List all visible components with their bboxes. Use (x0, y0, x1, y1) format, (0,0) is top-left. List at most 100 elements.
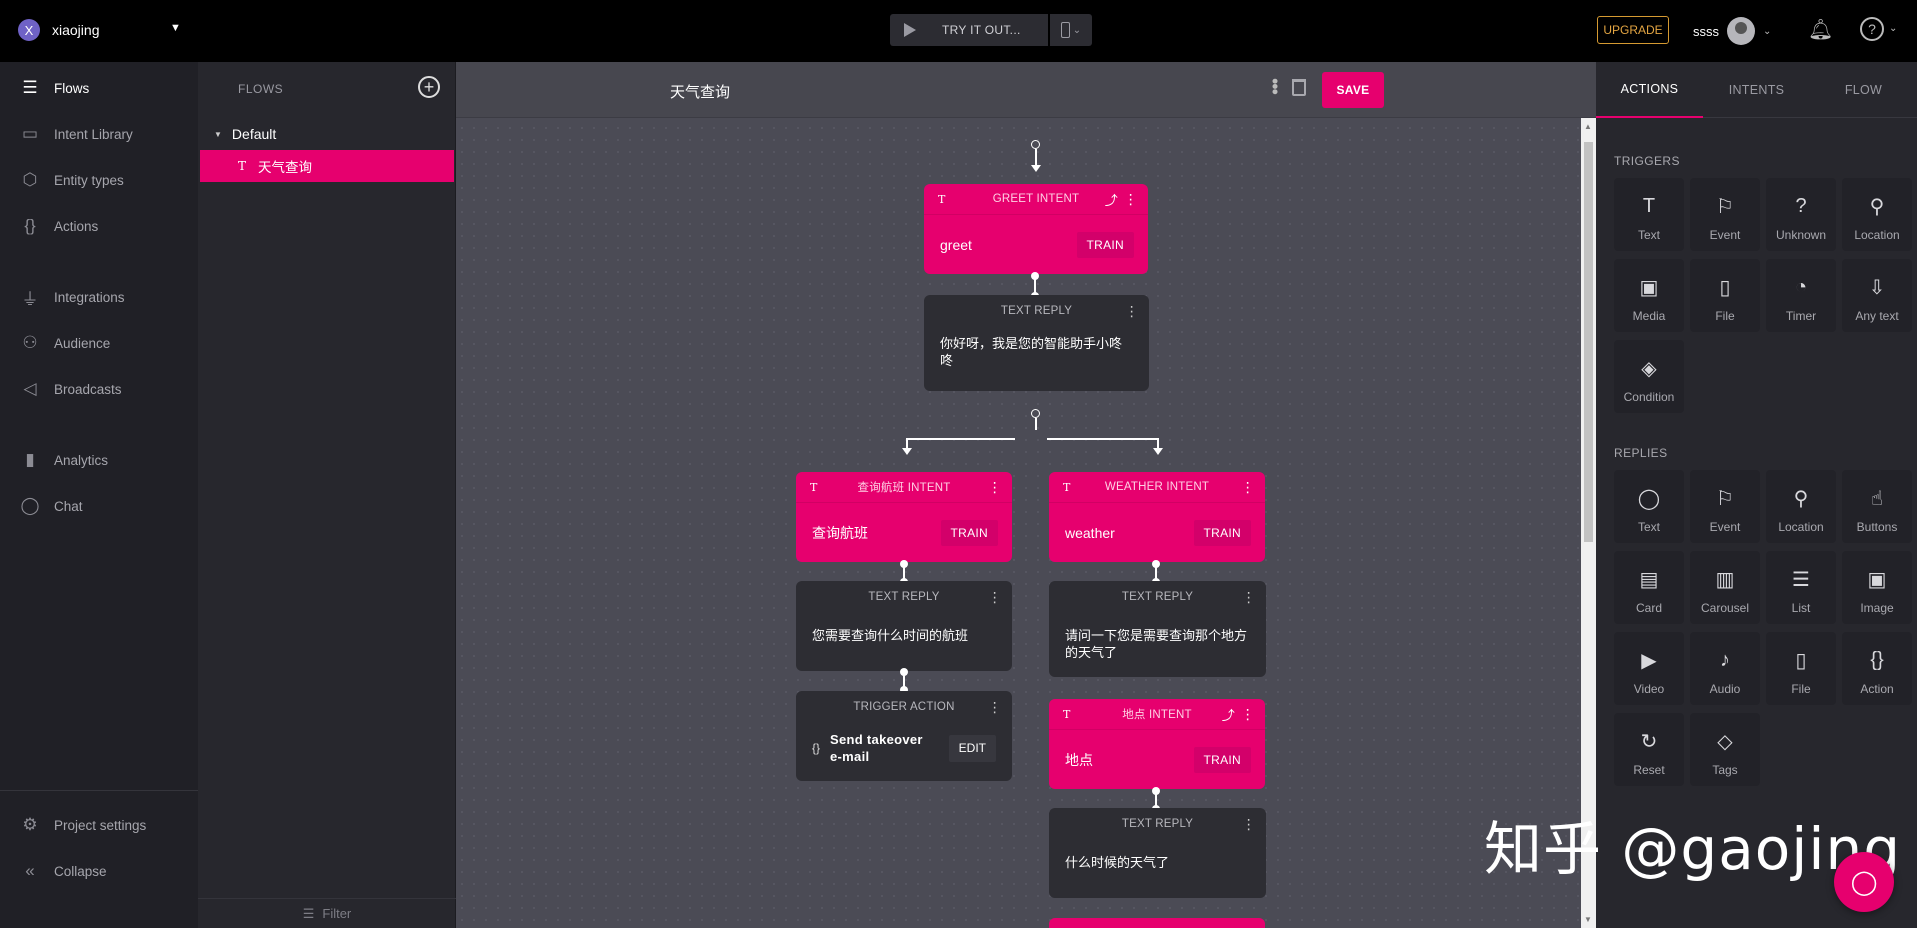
flow-title[interactable]: 天气查询 (670, 81, 730, 102)
flow-group-default[interactable]: ▼ Default (214, 126, 276, 142)
project-switcher[interactable]: X xiaojing (18, 19, 99, 41)
nav-item-project-settings[interactable]: ⚙ Project settings (20, 815, 146, 835)
more-options-icon[interactable]: ⋮ (988, 480, 1002, 494)
tab-intents[interactable]: INTENTS (1703, 62, 1810, 118)
chat-widget-button[interactable]: ◯ (1834, 852, 1894, 912)
node-header: TEXT REPLY ⋮ (1049, 808, 1266, 840)
replie-tile-carousel[interactable]: ▥ Carousel (1690, 551, 1760, 624)
device-select-button[interactable]: ⌄ (1050, 14, 1092, 46)
text-reply-node[interactable]: TEXT REPLY ⋮ 什么时候的天气了 (1049, 808, 1266, 898)
more-options-icon[interactable]: ⋮ (1241, 480, 1255, 494)
flight-intent-node[interactable]: T 查询航班 INTENT ⋮ 查询航班 TRAIN (796, 472, 1012, 562)
replie-tile-text[interactable]: ◯ Text (1614, 470, 1684, 543)
scroll-up-icon[interactable]: ▲ (1584, 122, 1592, 131)
replie-tile-event[interactable]: ⚐ Event (1690, 470, 1760, 543)
connector-handle[interactable] (1031, 409, 1040, 418)
filter-label: Filter (322, 906, 352, 921)
text-reply-node[interactable]: TEXT REPLY ⋮ 你好呀，我是您的智能助手小咚咚 (924, 295, 1149, 391)
nav-item-entity-types[interactable]: ⬡ Entity types (20, 170, 124, 190)
trigger-tile-unknown[interactable]: ? Unknown (1766, 178, 1836, 251)
nav-label: Collapse (54, 863, 107, 879)
chevron-down-icon[interactable]: ▼ (170, 22, 181, 34)
trigger-tile-timer[interactable]: ◔ Timer (1766, 259, 1836, 332)
nav-item-flows[interactable]: ☰ Flows (20, 78, 89, 98)
nav-item-collapse[interactable]: « Collapse (20, 861, 107, 881)
tab-actions[interactable]: ACTIONS (1596, 62, 1703, 118)
add-flow-button[interactable]: + (418, 76, 440, 98)
trigger-tile-file[interactable]: ▯ File (1690, 259, 1760, 332)
more-options-icon[interactable]: ⋮ (1125, 304, 1139, 318)
replie-tile-image[interactable]: ▣ Image (1842, 551, 1912, 624)
reset-icon: ↻ (1640, 730, 1658, 753)
tab-flow[interactable]: FLOW (1810, 62, 1917, 118)
more-options-icon[interactable]: ⋮ (1242, 817, 1256, 831)
weather-intent-node[interactable]: T WEATHER INTENT ⋮ weather TRAIN (1049, 472, 1265, 562)
greet-intent-node[interactable]: T GREET INTENT ⤴ ⋮ greet TRAIN (924, 184, 1148, 274)
reply-text: 您需要查询什么时间的航班 (812, 628, 969, 643)
tile-label: Any text (1855, 309, 1899, 323)
more-options-icon[interactable]: ••• (1264, 78, 1285, 94)
trigger-tile-event[interactable]: ⚐ Event (1690, 178, 1760, 251)
text-icon: ◯ (1637, 487, 1661, 510)
replie-tile-buttons[interactable]: ☝ Buttons (1842, 470, 1912, 543)
trash-icon[interactable] (1292, 79, 1306, 96)
connector-handle[interactable] (1031, 140, 1040, 149)
more-options-icon[interactable]: ⋮ (988, 700, 1002, 714)
trigger-tile-location[interactable]: ⚲ Location (1842, 178, 1912, 251)
replie-tile-file[interactable]: ▯ File (1766, 632, 1836, 705)
nav-item-audience[interactable]: ⚇ Audience (20, 333, 110, 353)
media-icon: ▣ (1639, 276, 1659, 299)
trigger-tile-any-text[interactable]: ⇩ Any text (1842, 259, 1912, 332)
trigger-tile-condition[interactable]: ◈ Condition (1614, 340, 1684, 413)
tile-label: Tags (1712, 763, 1738, 777)
replie-tile-audio[interactable]: ♪ Audio (1690, 632, 1760, 705)
nav-item-chat[interactable]: ◯ Chat (20, 496, 82, 516)
replie-tile-card[interactable]: ▤ Card (1614, 551, 1684, 624)
help-icon[interactable]: ? (1860, 17, 1884, 41)
place-intent-node[interactable]: T 地点 INTENT ⤴ ⋮ 地点 TRAIN (1049, 699, 1265, 789)
more-options-icon[interactable]: ⋮ (988, 590, 1002, 604)
nav-item-integrations[interactable]: ⏚ Integrations (20, 287, 125, 309)
tile-label: Event (1709, 520, 1741, 534)
more-options-icon[interactable]: ⋮ (1242, 590, 1256, 604)
nav-item-broadcasts[interactable]: ◁ Broadcasts (20, 379, 121, 399)
flow-item[interactable]: T 天气查询 (200, 150, 454, 182)
train-button[interactable]: TRAIN (1193, 519, 1251, 546)
scrollbar-thumb[interactable] (1584, 142, 1593, 542)
replie-tile-location[interactable]: ⚲ Location (1766, 470, 1836, 543)
trigger-tile-text[interactable]: T Text (1614, 178, 1684, 251)
replie-tile-video[interactable]: ▶ Video (1614, 632, 1684, 705)
next-node-partial[interactable] (1049, 918, 1265, 928)
trigger-action-node[interactable]: TRIGGER ACTION ⋮ {} Send takeover e-mail… (796, 691, 1012, 781)
save-button[interactable]: SAVE (1322, 72, 1384, 108)
action-text: Send takeover e-mail (830, 732, 923, 764)
try-it-out-button[interactable]: TRY IT OUT... (890, 14, 1048, 46)
nav-item-analytics[interactable]: ▮ Analytics (20, 450, 108, 470)
scroll-down-icon[interactable]: ▼ (1584, 915, 1592, 924)
nav-item-actions[interactable]: {} Actions (20, 216, 98, 236)
bell-icon[interactable]: 🔔︎ (1808, 17, 1833, 42)
nav-item-intent-library[interactable]: ▭ Intent Library (20, 124, 133, 144)
train-button[interactable]: TRAIN (1193, 746, 1251, 773)
chevron-down-icon[interactable]: ⌄ (1889, 23, 1897, 34)
train-button[interactable]: TRAIN (940, 519, 998, 546)
text-reply-node[interactable]: TEXT REPLY ⋮ 请问一下您是需要查询那个地方的天气了 (1049, 581, 1266, 677)
text-reply-node[interactable]: TEXT REPLY ⋮ 您需要查询什么时间的航班 (796, 581, 1012, 671)
replie-tile-list[interactable]: ☰ List (1766, 551, 1836, 624)
branch-icon[interactable]: ⤴ (1222, 705, 1235, 724)
upgrade-button[interactable]: UPGRADE (1597, 16, 1669, 44)
more-options-icon[interactable]: ⋮ (1241, 707, 1255, 721)
user-menu[interactable]: ssss ⌄ (1693, 17, 1771, 45)
train-button[interactable]: TRAIN (1076, 231, 1134, 258)
tile-label: Location (1778, 520, 1824, 534)
branch-icon[interactable]: ⤴ (1105, 190, 1118, 209)
replie-tile-reset[interactable]: ↻ Reset (1614, 713, 1684, 786)
replie-tile-tags[interactable]: ◇ Tags (1690, 713, 1760, 786)
edit-button[interactable]: EDIT (948, 734, 996, 762)
filter-bar[interactable]: ☰ Filter (198, 898, 456, 928)
cube-icon: ⬡ (22, 170, 38, 189)
flow-canvas[interactable]: 天气查询 ••• SAVE T GREET INTENT ⤴ ⋮ greet T… (456, 62, 1596, 928)
more-options-icon[interactable]: ⋮ (1124, 192, 1138, 206)
trigger-tile-media[interactable]: ▣ Media (1614, 259, 1684, 332)
replie-tile-action[interactable]: {} Action (1842, 632, 1912, 705)
